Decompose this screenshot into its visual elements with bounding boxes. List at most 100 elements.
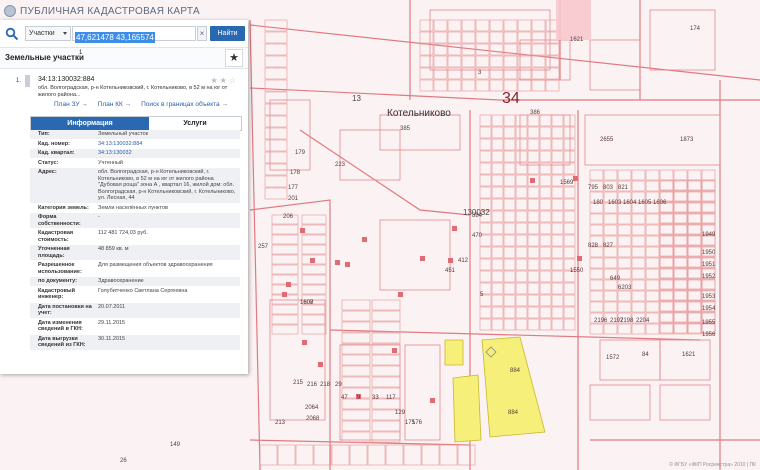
- tab-services[interactable]: Услуги: [149, 117, 241, 130]
- parcel-number-label: 177: [288, 185, 299, 191]
- property-row: Кадастровый инженер: Голубитченко Светлан…: [30, 286, 240, 303]
- parcel-number-label: 386: [530, 110, 541, 116]
- property-row: Кадастровая стоимость: 112 481 724,03 руб…: [30, 229, 240, 245]
- reserved-area: [556, 0, 591, 40]
- tabs: Информация Услуги: [30, 116, 242, 131]
- parcel-number-label: 1604: [623, 200, 637, 206]
- property-value: Голубитченко Светлана Сергеевна: [98, 287, 188, 294]
- parcel-number-label: 2196: [594, 318, 608, 324]
- result-item[interactable]: 1. 34:13:130032:884 ★★☆ обл. Волгоградск…: [0, 70, 248, 114]
- parcel-number-label: 5: [480, 292, 484, 298]
- chevron-down-icon: [63, 32, 67, 35]
- parcel-number-label: 884: [510, 368, 521, 374]
- property-row: Уточненная площадь: 48 859 кв. м: [30, 245, 240, 261]
- result-address: обл. Волгоградская, р-н Котельниковский,…: [38, 85, 228, 98]
- property-row: Дата изменения сведений в ГКН: 29.11.2015: [30, 318, 240, 335]
- district-label: Котельниково: [387, 108, 451, 119]
- parcel-number-label: 149: [170, 442, 181, 448]
- parcel-number-label: 649: [610, 276, 621, 282]
- block-label: 13: [352, 94, 361, 103]
- parcel-number-label: 1605: [638, 200, 652, 206]
- parcel-number-label: 218: [320, 382, 331, 388]
- parcel-number-label: 174: [690, 26, 701, 32]
- location-marker-icon: [25, 75, 30, 87]
- parcel-number-label: 176: [412, 420, 423, 426]
- property-value: 29.11.2015: [98, 319, 126, 326]
- result-cadastral-number[interactable]: 34:13:130032:884: [38, 76, 94, 83]
- parcel-number-label: 1572: [606, 355, 620, 361]
- property-value: Земельный участок: [98, 131, 149, 137]
- search-type-label: Участки: [29, 30, 55, 37]
- property-key: Дата выгрузки сведений из ГКН:: [38, 335, 86, 349]
- property-value[interactable]: 34:13:130032:884: [96, 140, 240, 149]
- property-key: Адрес:: [38, 169, 57, 175]
- parcel-number-label: 884: [472, 213, 483, 219]
- parcel-number-label: 216: [307, 382, 318, 388]
- property-value: 112 481 724,03 руб.: [98, 230, 148, 236]
- property-value: -: [98, 214, 100, 220]
- plan-zu-link[interactable]: План ЗУ →: [54, 101, 88, 108]
- property-value: Земли населённых пунктов: [98, 204, 168, 211]
- search-input[interactable]: 47,621478 43,165574: [72, 26, 196, 43]
- parcel-number-label: 1606: [653, 200, 667, 206]
- property-key: Тип:: [38, 131, 50, 137]
- search-icon[interactable]: [5, 27, 19, 41]
- parcel-number-label: 884: [508, 410, 519, 416]
- parcel-number-label: 1951: [702, 262, 716, 268]
- tab-information[interactable]: Информация: [31, 117, 149, 130]
- parcel-number-label: 1608: [300, 300, 314, 306]
- copyright: © ФГБУ «ФКП Росреестра» 2010 | ПК: [669, 462, 756, 468]
- search-type-select[interactable]: Участки: [25, 26, 71, 41]
- property-key: по документу:: [38, 278, 77, 284]
- property-row: Категория земель: Земли населённых пункто…: [30, 203, 240, 213]
- parcel-number-label: 1621: [570, 37, 584, 43]
- parcel-number-label: 1569: [560, 180, 574, 186]
- result-number: 1.: [16, 78, 22, 84]
- property-value[interactable]: 34:13:130032: [96, 149, 240, 158]
- parcel-number-label: 3: [478, 70, 482, 76]
- star-icon[interactable]: ★: [225, 49, 243, 67]
- parcel-number-label: 1603: [608, 200, 622, 206]
- parcel-number-label: 1873: [680, 137, 694, 143]
- property-key: Кадастровая стоимость:: [38, 230, 74, 243]
- property-table: Тип: Земельный участок Кад. номер: 34:13:13…: [30, 130, 240, 351]
- property-row: Дата постановки на учет: 20.07.2011: [30, 302, 240, 319]
- section-title: Земельные участки: [5, 53, 84, 62]
- parcel-number-label: 6203: [618, 285, 632, 291]
- property-key: Дата постановки на учет:: [38, 303, 92, 317]
- parcel-number-label: 827: [603, 243, 614, 249]
- plan-kk-link[interactable]: План КК →: [98, 101, 131, 108]
- parcel-number-label: 1949: [702, 232, 716, 238]
- parcel-number-label: 2064: [305, 405, 319, 411]
- property-row: Кад. номер: 34:13:130032:884: [30, 139, 240, 149]
- property-value: Учтенный: [98, 159, 123, 166]
- property-value: Для размещения объектов здравоохранения: [98, 262, 213, 268]
- property-key: Кадастровый инженер:: [38, 287, 75, 301]
- parcel-number-label: 385: [400, 126, 411, 132]
- result-rating[interactable]: ★★☆: [210, 76, 238, 85]
- property-key: Форма собственности:: [38, 214, 81, 227]
- parcel-number-label: 206: [283, 214, 294, 220]
- parcel-number-label: 1954: [702, 306, 716, 312]
- parcel-number-label: 1550: [570, 268, 584, 274]
- property-value: обл. Волгоградская, р-н Котельниковский,…: [98, 169, 236, 201]
- clear-search-button[interactable]: ×: [197, 26, 207, 41]
- parcel-number-label: 9: [357, 395, 361, 401]
- parcel-number-label: 1950: [702, 250, 716, 256]
- search-in-bounds-link[interactable]: Поиск в границах объекта →: [141, 101, 228, 108]
- parcel-number-label: 412: [458, 258, 469, 264]
- parcel-number-label: 2655: [600, 137, 614, 143]
- result-count: 1: [79, 50, 83, 56]
- property-row: Разрешенное использование: Для размещения…: [30, 261, 240, 277]
- parcel-number-label: 803: [603, 185, 614, 191]
- parcel-number-label: 215: [293, 380, 304, 386]
- parcel-number-label: 33: [372, 395, 379, 401]
- find-button[interactable]: Найти: [210, 26, 245, 41]
- result-links: План ЗУ → План КК → Поиск в границах объ…: [54, 101, 228, 108]
- property-row: Адрес: обл. Волгоградская, р-н Котельнико…: [30, 168, 240, 204]
- parcel-number-label: 179: [295, 150, 306, 156]
- property-row: Тип: Земельный участок: [30, 130, 240, 140]
- parcel-number-label: 223: [335, 162, 346, 168]
- property-value: 48 859 кв. м: [98, 246, 129, 252]
- property-row: Статус: Учтенный: [30, 158, 240, 168]
